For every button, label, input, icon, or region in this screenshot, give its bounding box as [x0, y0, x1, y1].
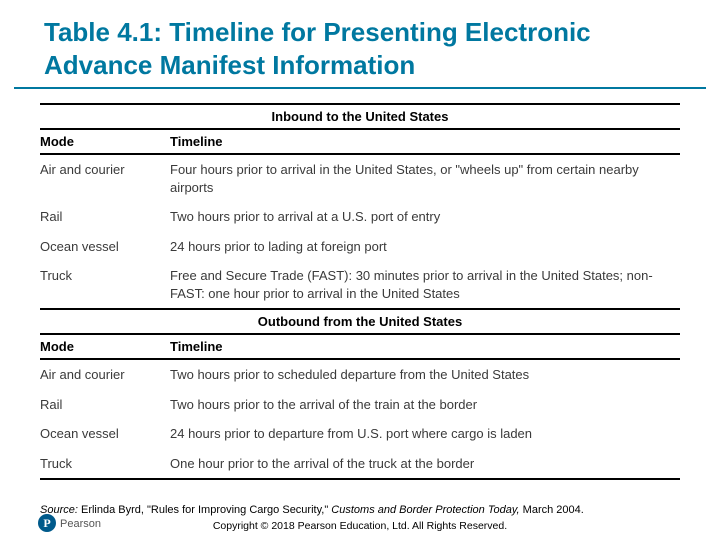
- cell-timeline: 24 hours prior to lading at foreign port: [170, 238, 680, 256]
- cell-mode: Rail: [40, 396, 170, 414]
- table-row: Rail Two hours prior to arrival at a U.S…: [40, 202, 680, 232]
- cell-mode: Truck: [40, 267, 170, 302]
- cell-timeline: Four hours prior to arrival in the Unite…: [170, 161, 680, 196]
- manifest-table: Inbound to the United States Mode Timeli…: [0, 103, 720, 480]
- source-publication: Customs and Border Protection Today,: [331, 504, 519, 516]
- cell-mode: Air and courier: [40, 161, 170, 196]
- table-row: Air and courier Four hours prior to arri…: [40, 155, 680, 202]
- cell-mode: Ocean vessel: [40, 425, 170, 443]
- cell-timeline: Two hours prior to arrival at a U.S. por…: [170, 208, 680, 226]
- table-row: Ocean vessel 24 hours prior to departure…: [40, 419, 680, 449]
- cell-mode: Rail: [40, 208, 170, 226]
- table-row: Truck One hour prior to the arrival of t…: [40, 449, 680, 479]
- source-text: Erlinda Byrd, "Rules for Improving Cargo…: [78, 504, 331, 516]
- cell-timeline: Free and Secure Trade (FAST): 30 minutes…: [170, 267, 680, 302]
- source-tail: March 2004.: [520, 504, 584, 516]
- cell-timeline: Two hours prior to scheduled departure f…: [170, 366, 680, 384]
- section-heading-outbound: Outbound from the United States: [40, 310, 680, 335]
- section-heading-inbound: Inbound to the United States: [40, 103, 680, 130]
- col-header-timeline: Timeline: [170, 339, 680, 354]
- col-header-mode: Mode: [40, 339, 170, 354]
- cell-timeline: One hour prior to the arrival of the tru…: [170, 455, 680, 473]
- table-row: Ocean vessel 24 hours prior to lading at…: [40, 232, 680, 262]
- source-citation: Source: Erlinda Byrd, "Rules for Improvi…: [0, 504, 720, 516]
- col-header-timeline: Timeline: [170, 134, 680, 149]
- table-row: Rail Two hours prior to the arrival of t…: [40, 390, 680, 420]
- copyright-footer: Copyright © 2018 Pearson Education, Ltd.…: [0, 520, 720, 532]
- cell-timeline: Two hours prior to the arrival of the tr…: [170, 396, 680, 414]
- column-header-row: Mode Timeline: [40, 130, 680, 155]
- cell-mode: Truck: [40, 455, 170, 473]
- column-header-row: Mode Timeline: [40, 335, 680, 360]
- table-row: Air and courier Two hours prior to sched…: [40, 360, 680, 390]
- col-header-mode: Mode: [40, 134, 170, 149]
- cell-mode: Ocean vessel: [40, 238, 170, 256]
- cell-mode: Air and courier: [40, 366, 170, 384]
- slide-title: Table 4.1: Timeline for Presenting Elect…: [14, 0, 706, 89]
- table-row: Truck Free and Secure Trade (FAST): 30 m…: [40, 261, 680, 308]
- cell-timeline: 24 hours prior to departure from U.S. po…: [170, 425, 680, 443]
